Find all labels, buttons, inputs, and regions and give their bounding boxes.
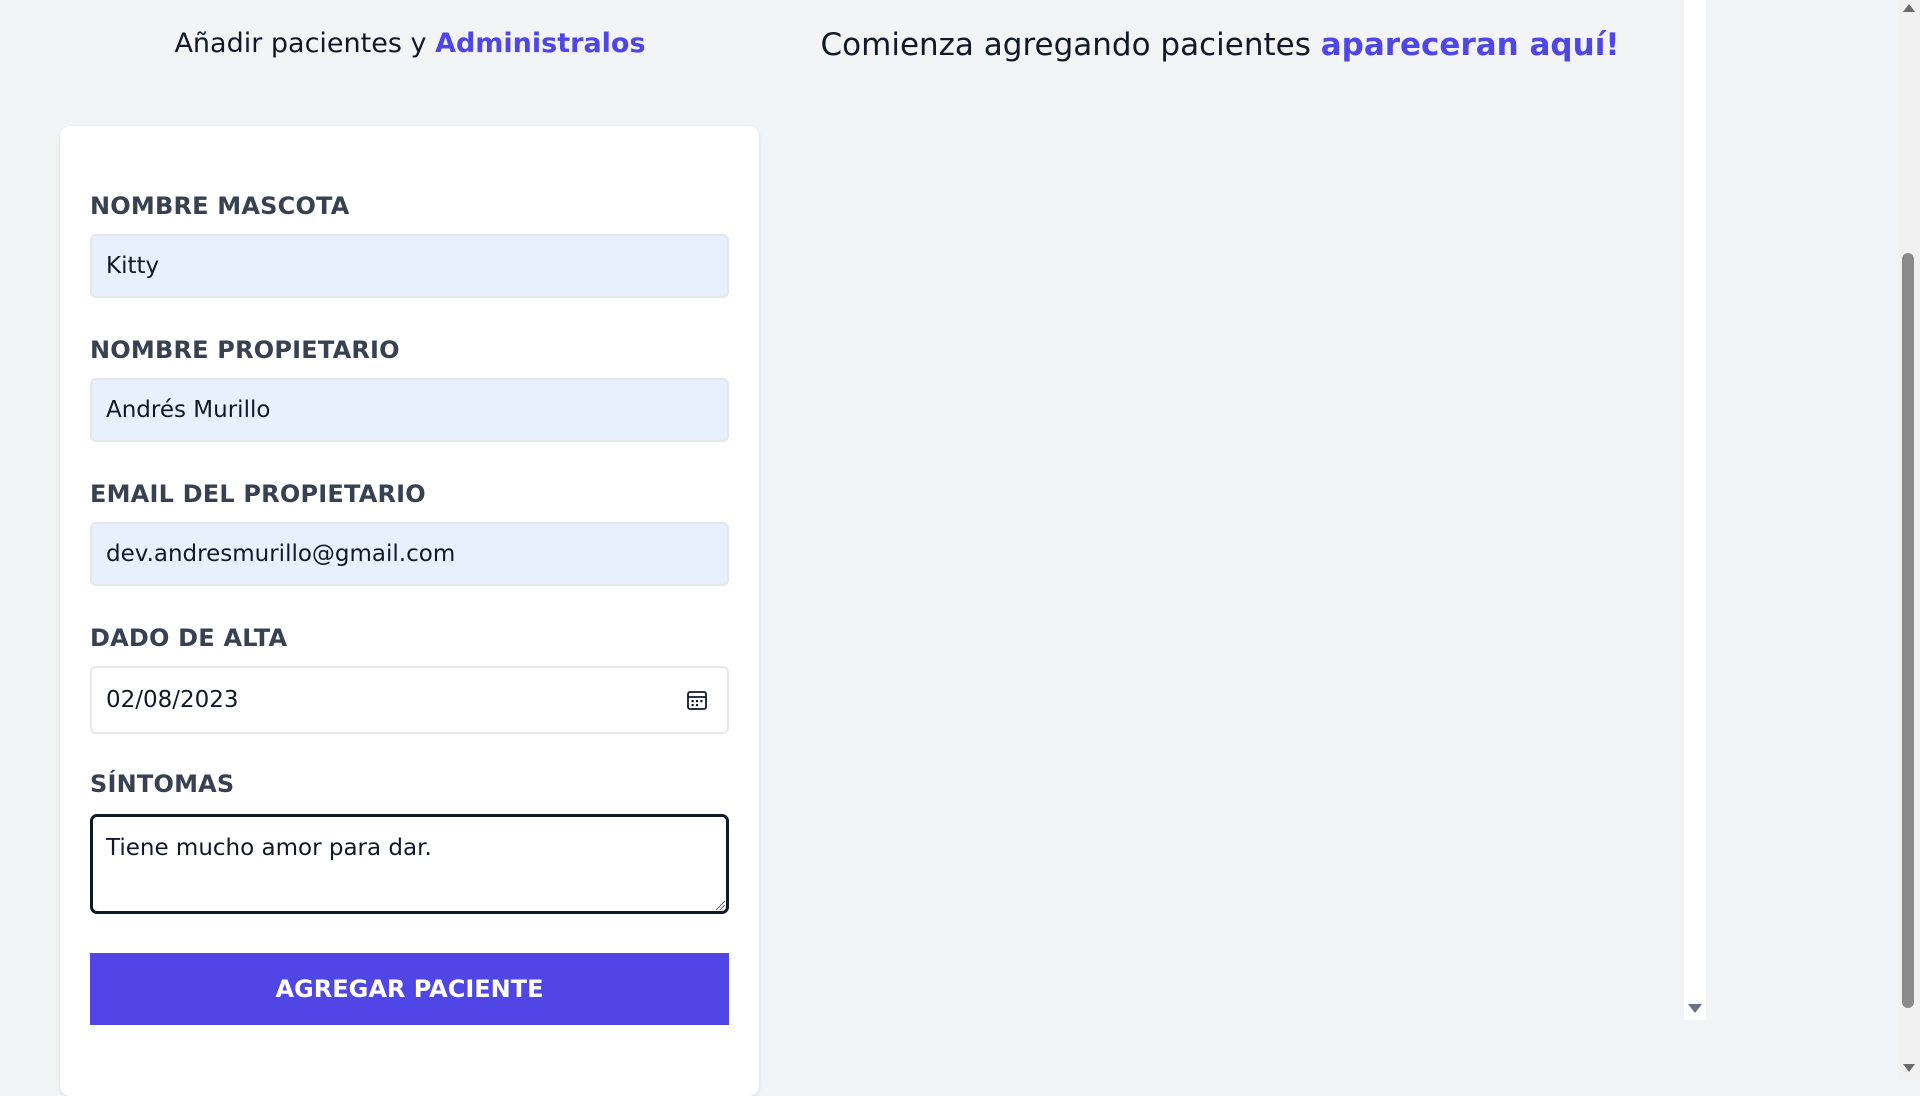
header-left-text: Añadir pacientes y xyxy=(174,28,436,59)
discharge-date-value: 02/08/2023 xyxy=(106,687,239,713)
patients-list-scrollbar[interactable] xyxy=(1684,0,1706,1020)
resize-grip-icon[interactable] xyxy=(714,899,726,911)
pet-name-input[interactable] xyxy=(90,234,729,298)
owner-email-input[interactable] xyxy=(90,522,729,586)
scroll-down-arrow-icon[interactable] xyxy=(1903,1064,1915,1072)
symptoms-textarea[interactable]: Tiene mucho amor para dar. xyxy=(90,814,729,914)
discharge-date-input[interactable]: 02/08/2023 xyxy=(90,666,729,734)
symptoms-label: SÍNTOMAS xyxy=(90,770,235,798)
calendar-icon[interactable] xyxy=(685,688,709,712)
scrollbar-thumb[interactable] xyxy=(1902,253,1914,1008)
scroll-down-arrow-icon[interactable] xyxy=(1688,1004,1702,1013)
header-right-text: Comienza agregando pacientes xyxy=(820,27,1321,63)
header-right: Comienza agregando pacientes apareceran … xyxy=(780,27,1660,63)
pet-name-label: NOMBRE MASCOTA xyxy=(90,192,350,220)
owner-name-input[interactable] xyxy=(90,378,729,442)
header-right-accent: apareceran aquí! xyxy=(1320,27,1620,63)
owner-name-label: NOMBRE PROPIETARIO xyxy=(90,336,400,364)
header-left-accent: Administralos xyxy=(435,28,646,59)
owner-email-label: EMAIL DEL PROPIETARIO xyxy=(90,480,426,508)
scroll-up-arrow-icon[interactable] xyxy=(1903,4,1915,12)
add-patient-button[interactable]: AGREGAR PACIENTE xyxy=(90,953,729,1025)
header-left: Añadir pacientes y Administralos xyxy=(60,28,760,59)
discharge-date-label: DADO DE ALTA xyxy=(90,624,288,652)
